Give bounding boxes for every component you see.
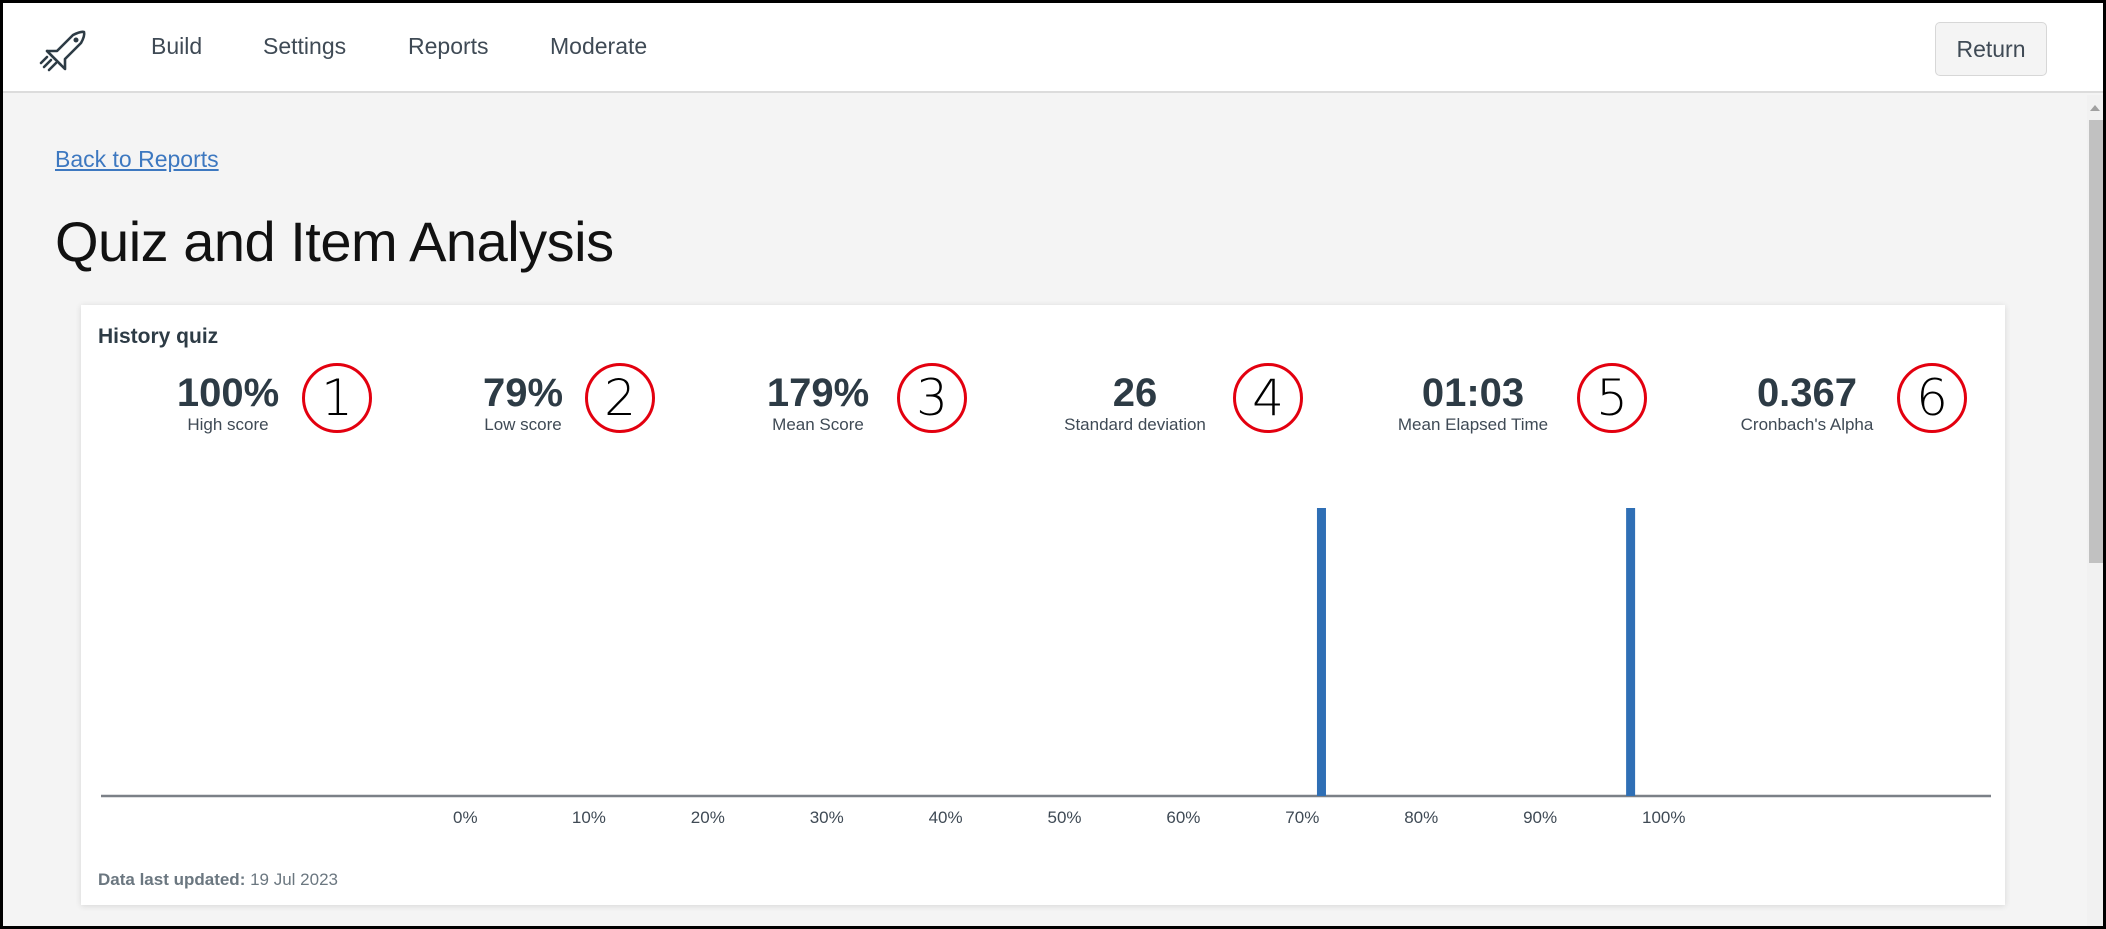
app-window: Build Settings Reports Moderate Return B… xyxy=(3,3,2103,926)
return-button[interactable]: Return xyxy=(1935,22,2047,76)
scrollbar-thumb[interactable] xyxy=(2089,120,2103,563)
rocket-icon[interactable] xyxy=(37,27,89,75)
score-bar[interactable] xyxy=(1316,508,1326,796)
scroll-up-arrow-icon[interactable] xyxy=(2090,105,2100,111)
top-navigation-bar: Build Settings Reports Moderate Return xyxy=(3,3,2103,93)
x-tick-label: 50% xyxy=(1048,808,1082,827)
x-tick-label: 40% xyxy=(929,808,963,827)
x-tick-label: 80% xyxy=(1404,808,1438,827)
page-title: Quiz and Item Analysis xyxy=(55,210,614,273)
x-axis-ticks: 0% 10% 20% 30% 40% 50% 60% 70% 80% 90% 100% xyxy=(453,808,1685,827)
nav-moderate[interactable]: Moderate xyxy=(550,33,647,60)
x-tick-label: 100% xyxy=(1642,808,1685,827)
x-tick-label: 30% xyxy=(810,808,844,827)
x-tick-label: 70% xyxy=(1285,808,1319,827)
bars xyxy=(1316,508,1636,796)
x-tick-label: 90% xyxy=(1523,808,1557,827)
back-to-reports-link[interactable]: Back to Reports xyxy=(55,146,219,173)
data-last-updated: Data last updated: 19 Jul 2023 xyxy=(98,870,338,890)
vertical-scrollbar[interactable] xyxy=(2087,95,2103,926)
x-tick-label: 0% xyxy=(453,808,478,827)
x-tick-label: 60% xyxy=(1166,808,1200,827)
last-updated-label: Data last updated: xyxy=(98,870,246,889)
nav-build[interactable]: Build xyxy=(151,33,202,60)
x-tick-label: 10% xyxy=(572,808,606,827)
score-bar[interactable] xyxy=(1626,508,1636,796)
nav-settings[interactable]: Settings xyxy=(263,33,346,60)
nav-reports[interactable]: Reports xyxy=(408,33,489,60)
last-updated-value: 19 Jul 2023 xyxy=(250,870,338,889)
score-distribution-chart: 0% 10% 20% 30% 40% 50% 60% 70% 80% 90% 100% xyxy=(101,508,1991,827)
x-tick-label: 20% xyxy=(691,808,725,827)
quiz-summary-panel: History quiz 100% High score 1 79% Low s… xyxy=(81,305,2005,905)
